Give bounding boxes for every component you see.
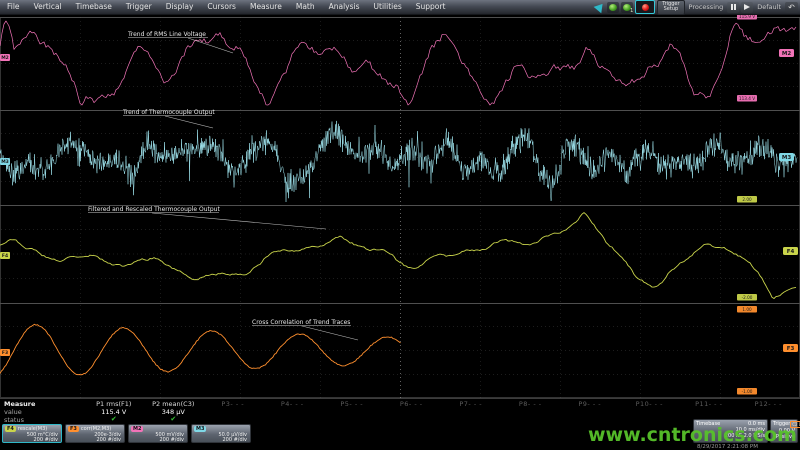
trace-annotation: Filtered and Rescaled Thermocouple Outpu… bbox=[88, 206, 220, 213]
menu-item-6[interactable]: Measure bbox=[243, 0, 289, 14]
trace-zero-marker-text: M3 bbox=[1, 159, 9, 165]
trace-annotation: Cross Correlation of Trend Traces bbox=[252, 319, 350, 326]
measure-status-check: ✔ bbox=[84, 416, 144, 423]
scale-value-text: 1.00 bbox=[742, 307, 752, 312]
measure-header[interactable]: P2 mean(C3) bbox=[144, 400, 204, 408]
trace-descriptor-M3[interactable]: M350.0 µV/div200 #/div bbox=[191, 424, 251, 443]
scale-value-text: -2.00 bbox=[742, 295, 753, 300]
oscilloscope-screen: Trend of RMS Line Voltage Trend of Thermo… bbox=[0, 0, 800, 450]
scale-value-text: -1.00 bbox=[742, 389, 753, 394]
scale-value-text: 2.00 bbox=[742, 197, 752, 202]
lecroy-logo-icon bbox=[594, 1, 607, 14]
descriptor-row: F4rescale(M3)500 m°C/div200 #/divF3corr(… bbox=[2, 424, 251, 443]
record-icon bbox=[642, 4, 649, 11]
undo-icon[interactable]: ↶ bbox=[785, 2, 798, 13]
measure-header[interactable]: P4- - - bbox=[263, 400, 323, 408]
play-icon bbox=[744, 4, 750, 10]
measure-column: P4- - - bbox=[263, 400, 323, 423]
brand-logo: TELEDYNE LECROY bbox=[3, 443, 87, 450]
waveform-M3 bbox=[0, 121, 797, 202]
measure-header[interactable]: P11- - - bbox=[679, 400, 739, 408]
measure-table: Measure value status P1 rms(F1)115.4 V✔P… bbox=[0, 398, 800, 425]
waveform-M2 bbox=[0, 21, 796, 105]
trace-descriptor-F4[interactable]: F4rescale(M3)500 m°C/div200 #/div bbox=[2, 424, 62, 443]
trace-zero-marker-text: M2 bbox=[1, 55, 9, 61]
menu-item-7[interactable]: Math bbox=[289, 0, 322, 14]
measure-header[interactable]: P8- - - bbox=[501, 400, 561, 408]
measure-column: P1 rms(F1)115.4 V✔ bbox=[84, 400, 144, 423]
measure-column: P5- - - bbox=[322, 400, 382, 423]
trace-tag: F4 bbox=[5, 426, 16, 432]
camera-icon[interactable] bbox=[607, 2, 619, 13]
menu-item-0[interactable]: File bbox=[0, 0, 27, 14]
menu-bar: FileVerticalTimebaseTriggerDisplayCursor… bbox=[0, 0, 800, 15]
trace-label-text: F3 bbox=[787, 346, 795, 352]
annotation-pointer-line bbox=[165, 116, 213, 128]
waveform-F3 bbox=[0, 324, 401, 375]
menu-item-8[interactable]: Analysis bbox=[322, 0, 367, 14]
trigger-setup-button[interactable]: Trigger Setup bbox=[657, 0, 684, 15]
annotation-pointer-line bbox=[302, 326, 358, 340]
measure-header[interactable]: P5- - - bbox=[322, 400, 382, 408]
camera-badge: 1 bbox=[630, 8, 633, 14]
menu-item-1[interactable]: Vertical bbox=[27, 0, 69, 14]
value-row-label: value bbox=[4, 408, 35, 416]
measure-header[interactable]: P12- - - bbox=[739, 400, 799, 408]
menu-item-10[interactable]: Support bbox=[409, 0, 453, 14]
horizontal-scale: 200 #/div bbox=[222, 437, 247, 443]
play-button[interactable] bbox=[741, 2, 753, 13]
trace-tag: M3 bbox=[194, 426, 206, 432]
trace-tag: F3 bbox=[68, 426, 79, 432]
trigger-setup-line2: Setup bbox=[662, 7, 679, 13]
measure-columns: P1 rms(F1)115.4 V✔P2 mean(C3)348 µV✔P3- … bbox=[84, 400, 798, 423]
measure-header[interactable]: P10- - - bbox=[620, 400, 680, 408]
menu-item-2[interactable]: Timebase bbox=[69, 0, 119, 14]
default-label: Default bbox=[755, 3, 783, 11]
trace-zero-marker-text: F4 bbox=[2, 253, 8, 259]
annotation-pointer-line bbox=[152, 213, 326, 229]
horizontal-scale: 200 #/div bbox=[159, 437, 184, 443]
trace-label-text: F4 bbox=[787, 249, 795, 255]
watermark-text: www.cntronics.com bbox=[588, 424, 797, 446]
measure-column: P10- - - bbox=[620, 400, 680, 423]
measure-header[interactable]: P6- - - bbox=[382, 400, 442, 408]
measure-title: Measure bbox=[4, 400, 35, 408]
trace-descriptor-M2[interactable]: M2500 mV/div200 #/div bbox=[128, 424, 188, 443]
menu-item-5[interactable]: Cursors bbox=[200, 0, 243, 14]
measure-header[interactable]: P3- - - bbox=[203, 400, 263, 408]
trace-zero-marker-text: F3 bbox=[2, 350, 8, 356]
measure-column: P3- - - bbox=[203, 400, 263, 423]
record-button[interactable] bbox=[635, 0, 655, 14]
trace-label-text: M3 bbox=[782, 155, 791, 161]
measure-column: P7- - - bbox=[441, 400, 501, 423]
status-row-label: status bbox=[4, 416, 35, 424]
toolbar-right: 1 Trigger Setup Processing Default ↶ bbox=[595, 0, 798, 14]
menu-item-9[interactable]: Utilities bbox=[367, 0, 409, 14]
horizontal-scale: 200 #/div bbox=[96, 437, 121, 443]
waveform-F4 bbox=[0, 213, 796, 299]
measure-column: P6- - - bbox=[382, 400, 442, 423]
trace-tag: M2 bbox=[131, 426, 143, 432]
measure-header[interactable]: P9- - - bbox=[560, 400, 620, 408]
trace-annotation: Trend of RMS Line Voltage bbox=[127, 31, 206, 38]
menu-item-3[interactable]: Trigger bbox=[119, 0, 159, 14]
measure-status-check: ✔ bbox=[144, 416, 204, 423]
pause-button[interactable] bbox=[727, 2, 739, 13]
trace-annotation: Trend of Thermocouple Output bbox=[122, 109, 215, 116]
measure-row-labels: Measure value status bbox=[4, 400, 35, 424]
measure-column: P8- - - bbox=[501, 400, 561, 423]
measure-column: P9- - - bbox=[560, 400, 620, 423]
measure-header[interactable]: P1 rms(F1) bbox=[84, 400, 144, 408]
camera-1-icon[interactable]: 1 bbox=[621, 2, 633, 13]
trace-descriptor-F3[interactable]: F3corr(M2,M3)200e-3/div200 #/div bbox=[65, 424, 125, 443]
menu-items: FileVerticalTimebaseTriggerDisplayCursor… bbox=[0, 0, 452, 14]
waveform-display: Trend of RMS Line Voltage Trend of Thermo… bbox=[0, 0, 800, 450]
trace-label-text: M2 bbox=[782, 51, 791, 57]
measure-header[interactable]: P7- - - bbox=[441, 400, 501, 408]
scale-value-text: 113.4 V bbox=[739, 96, 755, 101]
processing-label: Processing bbox=[687, 3, 726, 11]
pause-icon bbox=[731, 4, 737, 10]
measure-column: P2 mean(C3)348 µV✔ bbox=[144, 400, 204, 423]
menu-item-4[interactable]: Display bbox=[159, 0, 201, 14]
